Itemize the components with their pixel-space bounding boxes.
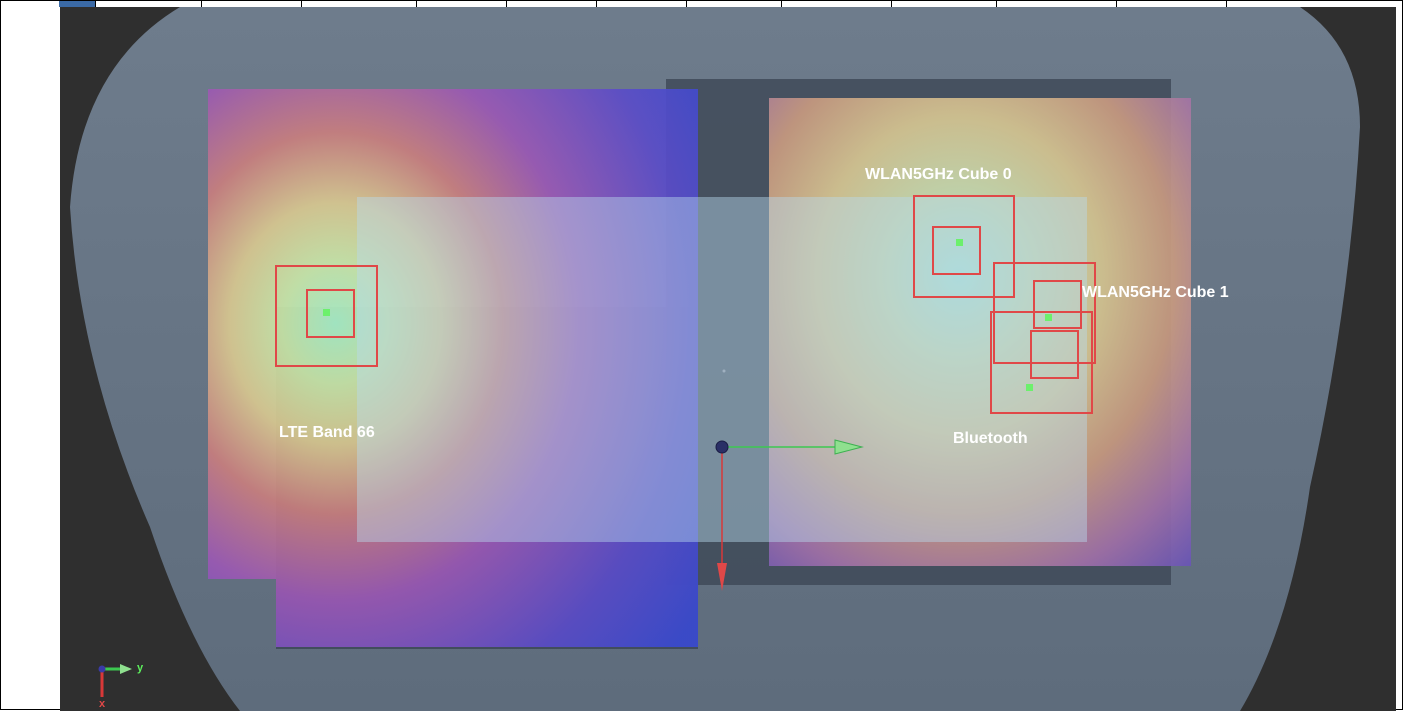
label-wlan-cube-1: WLAN5GHz Cube 1 [1082,284,1229,301]
triad-x-label: x [99,698,106,710]
3d-viewport[interactable]: LTE Band 66 WLAN5GHz Cube 0 WLAN5GHz Cub… [60,7,1396,711]
bluetooth-point [1026,384,1033,391]
label-lte-band-66: LTE Band 66 [279,424,375,441]
origin-sphere [715,440,729,454]
center-marker [722,369,726,373]
triad-y-label: y [137,662,144,674]
screenshot-frame: LTE Band 66 WLAN5GHz Cube 0 WLAN5GHz Cub… [0,0,1403,711]
triad-origin [98,665,106,673]
wlan1-point [1045,314,1052,321]
wlan0-point [956,239,963,246]
label-bluetooth: Bluetooth [953,430,1028,447]
label-wlan-cube-0: WLAN5GHz Cube 0 [865,166,1012,183]
lte-point [323,309,330,316]
scene-svg: LTE Band 66 WLAN5GHz Cube 0 WLAN5GHz Cub… [60,7,1396,711]
